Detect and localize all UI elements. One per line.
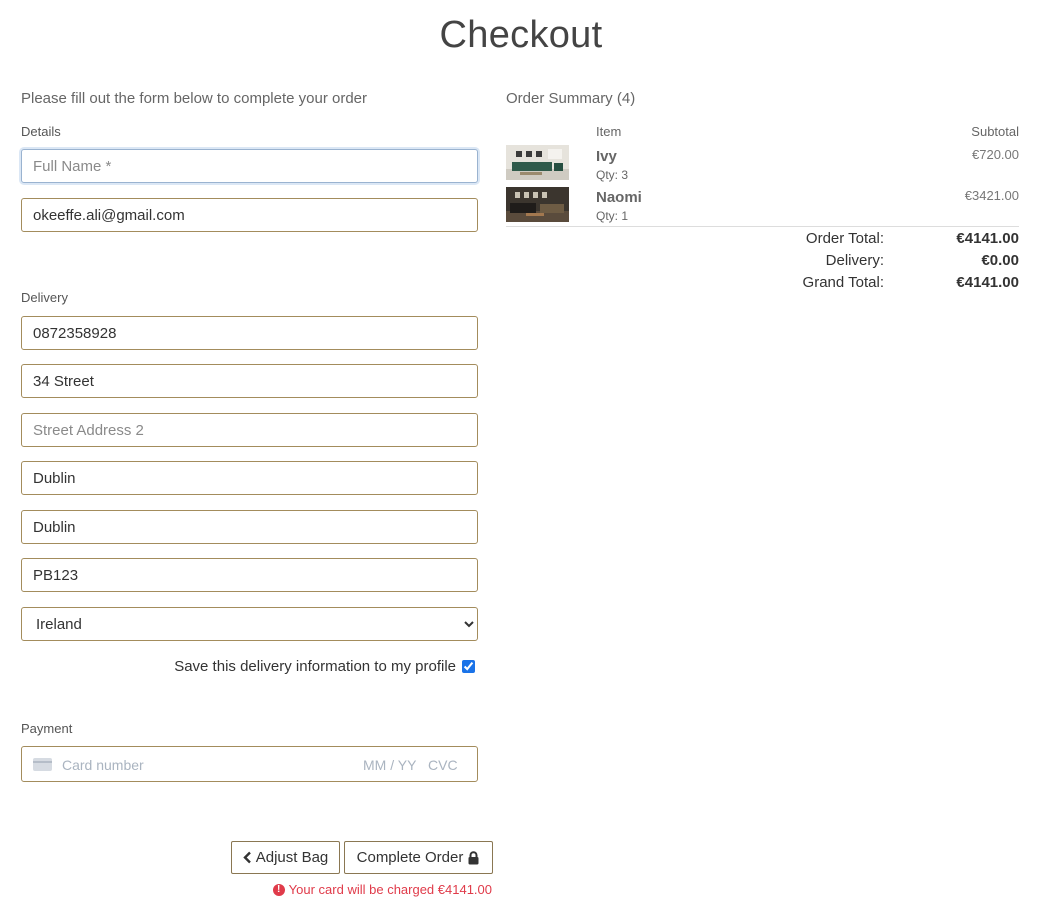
save-info-checkbox[interactable] bbox=[462, 660, 475, 673]
chevron-left-icon bbox=[243, 851, 251, 864]
card-element[interactable]: Card number MM / YY CVC bbox=[21, 746, 478, 782]
adjust-bag-label: Adjust Bag bbox=[255, 849, 329, 866]
charge-notice: ! Your card will be charged €4141.00 bbox=[272, 882, 492, 897]
subtotal-column-header: Subtotal bbox=[971, 124, 1019, 139]
product-thumbnail[interactable] bbox=[506, 187, 569, 222]
credit-card-icon bbox=[33, 758, 52, 771]
phone-input[interactable] bbox=[21, 316, 478, 350]
town-input[interactable] bbox=[21, 461, 478, 495]
order-summary-title: Order Summary (4) bbox=[506, 90, 636, 107]
item-subtotal: €3421.00 bbox=[964, 188, 1019, 203]
full-name-input[interactable] bbox=[21, 149, 478, 183]
complete-order-label: Complete Order bbox=[356, 849, 464, 866]
details-label: Details bbox=[21, 124, 61, 139]
grand-total-label: Grand Total: bbox=[802, 274, 884, 291]
order-total-value: €4141.00 bbox=[956, 230, 1019, 247]
card-number-placeholder: Card number bbox=[62, 757, 144, 773]
country-select[interactable]: Ireland bbox=[21, 607, 478, 641]
email-input[interactable] bbox=[21, 198, 478, 232]
form-intro: Please fill out the form below to comple… bbox=[21, 90, 368, 107]
delivery-cost-label: Delivery: bbox=[825, 252, 884, 269]
expiry-placeholder: MM / YY bbox=[363, 757, 417, 773]
street-address-2-input[interactable] bbox=[21, 413, 478, 447]
exclamation-circle-icon: ! bbox=[272, 883, 285, 896]
delivery-cost-value: €0.00 bbox=[981, 252, 1019, 269]
summary-divider bbox=[506, 226, 1019, 227]
item-name: Naomi bbox=[596, 189, 642, 206]
cvc-placeholder: CVC bbox=[428, 757, 458, 773]
payment-label: Payment bbox=[21, 721, 73, 736]
item-column-header: Item bbox=[596, 124, 622, 139]
save-info-row: Save this delivery information to my pro… bbox=[21, 657, 478, 676]
grand-total-value: €4141.00 bbox=[956, 274, 1019, 291]
item-name: Ivy bbox=[596, 148, 617, 165]
delivery-label: Delivery bbox=[21, 290, 68, 305]
postcode-input[interactable] bbox=[21, 558, 478, 592]
street-address-1-input[interactable] bbox=[21, 364, 478, 398]
charge-notice-text: Your card will be charged €4141.00 bbox=[288, 882, 492, 897]
item-subtotal: €720.00 bbox=[972, 147, 1019, 162]
product-thumbnail[interactable] bbox=[506, 145, 569, 180]
item-qty: Qty: 3 bbox=[596, 168, 629, 182]
order-total-label: Order Total: bbox=[805, 230, 884, 247]
page-title: Checkout bbox=[439, 14, 603, 56]
adjust-bag-button[interactable]: Adjust Bag bbox=[231, 841, 340, 874]
county-input[interactable] bbox=[21, 510, 478, 544]
item-qty: Qty: 1 bbox=[596, 209, 629, 223]
complete-order-button[interactable]: Complete Order bbox=[344, 841, 493, 874]
save-info-label: Save this delivery information to my pro… bbox=[174, 658, 456, 675]
lock-icon bbox=[468, 850, 479, 864]
